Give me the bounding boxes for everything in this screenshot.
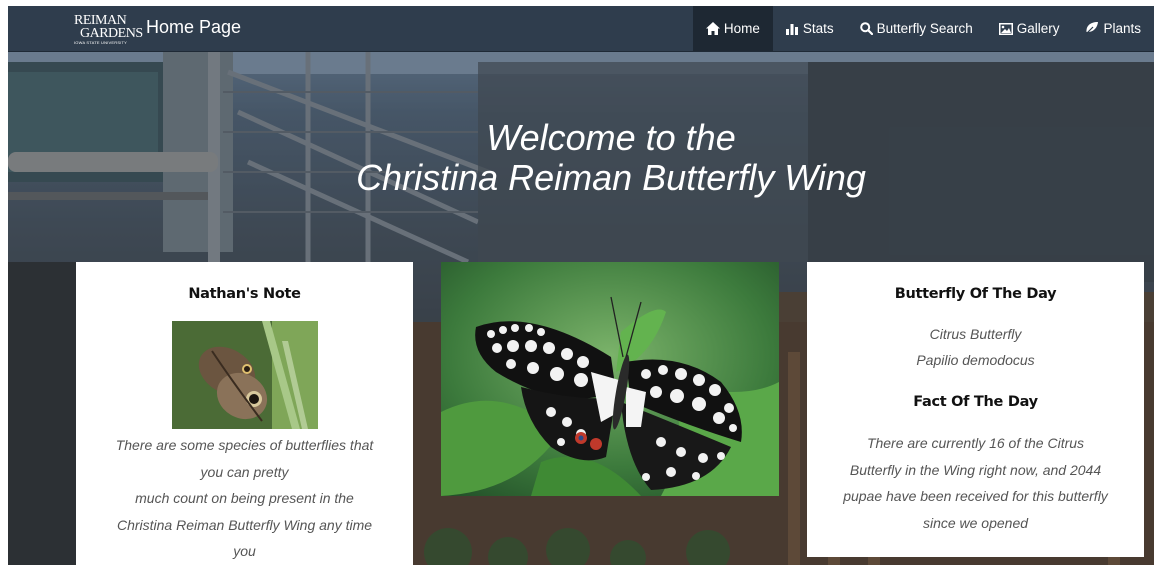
fact-line-4: since we opened — [922, 514, 1029, 531]
fact-line-2: Butterfly in the Wing right now, and 204… — [849, 461, 1102, 478]
reiman-gardens-logo[interactable]: REIMAN GARDENS IOWA STATE UNIVERSITY — [72, 12, 143, 46]
picture-icon — [998, 22, 1013, 35]
search-icon — [859, 22, 873, 35]
nav-item-stats-label: Stats — [802, 21, 834, 36]
note-line-1: There are some species of butterflies th… — [115, 437, 374, 453]
hero-heading-line-1: Welcome to the — [486, 117, 736, 158]
nav-menu: Home Stats Butterfly Search Gallery Plan… — [692, 6, 1154, 51]
citrus-butterfly-photo — [441, 262, 779, 496]
hero-section: Welcome to the Christina Reiman Butterfl… — [8, 52, 1154, 565]
note-line-4: Christina Reiman Butterfly Wing any time — [116, 516, 373, 533]
note-line-5: you — [233, 543, 256, 559]
logo-line-2: GARDENS — [80, 26, 143, 41]
butterfly-of-the-day-title: Butterfly Of The Day — [894, 286, 1057, 302]
nav-item-plants-label: Plants — [1103, 21, 1141, 36]
butterfly-common-name: Citrus Butterfly — [929, 326, 1022, 342]
nav-item-home-label: Home — [723, 21, 760, 36]
nav-item-gallery-label: Gallery — [1016, 21, 1060, 36]
page-frame: REIMAN GARDENS IOWA STATE UNIVERSITY Hom… — [8, 6, 1154, 565]
top-navbar: REIMAN GARDENS IOWA STATE UNIVERSITY Hom… — [8, 6, 1154, 52]
logo-line-3: IOWA STATE UNIVERSITY — [74, 40, 128, 45]
nathans-note-title: Nathan's Note — [188, 286, 301, 302]
hero-heading: Welcome to the Christina Reiman Butterfl… — [8, 118, 1154, 198]
page-title[interactable]: Home Page — [146, 17, 241, 38]
nav-item-gallery[interactable]: Gallery — [986, 6, 1073, 51]
butterfly-scientific-name: Papilio demodocus — [916, 352, 1035, 368]
nav-item-home[interactable]: Home — [692, 6, 773, 51]
bar-chart-icon — [785, 24, 798, 35]
leaf-icon — [1085, 22, 1099, 35]
nav-item-butterfly-search-label: Butterfly Search — [876, 21, 973, 36]
nav-item-stats[interactable]: Stats — [773, 6, 847, 51]
nathans-note-card: Nathan's Note There are some species of … — [76, 262, 413, 565]
nathans-note-text: There are some species of butterflies th… — [86, 432, 403, 565]
nav-item-plants[interactable]: Plants — [1072, 6, 1154, 51]
fact-of-the-day-title: Fact Of The Day — [913, 394, 1038, 410]
hero-heading-line-2: Christina Reiman Butterfly Wing — [356, 157, 866, 198]
note-line-2: you can pretty — [200, 463, 289, 480]
owl-butterfly-image — [172, 321, 318, 429]
fact-of-the-day-text: There are currently 16 of the Citrus But… — [817, 430, 1134, 536]
nav-item-butterfly-search[interactable]: Butterfly Search — [847, 6, 986, 51]
butterfly-of-the-day-card: Butterfly Of The Day Citrus Butterfly Pa… — [807, 262, 1144, 557]
note-line-3: much count on being present in the — [135, 490, 354, 506]
fact-line-1: There are currently 16 of the Citrus — [866, 435, 1085, 451]
fact-line-3: pupae have been received for this butter… — [843, 488, 1108, 504]
home-icon — [705, 22, 720, 35]
